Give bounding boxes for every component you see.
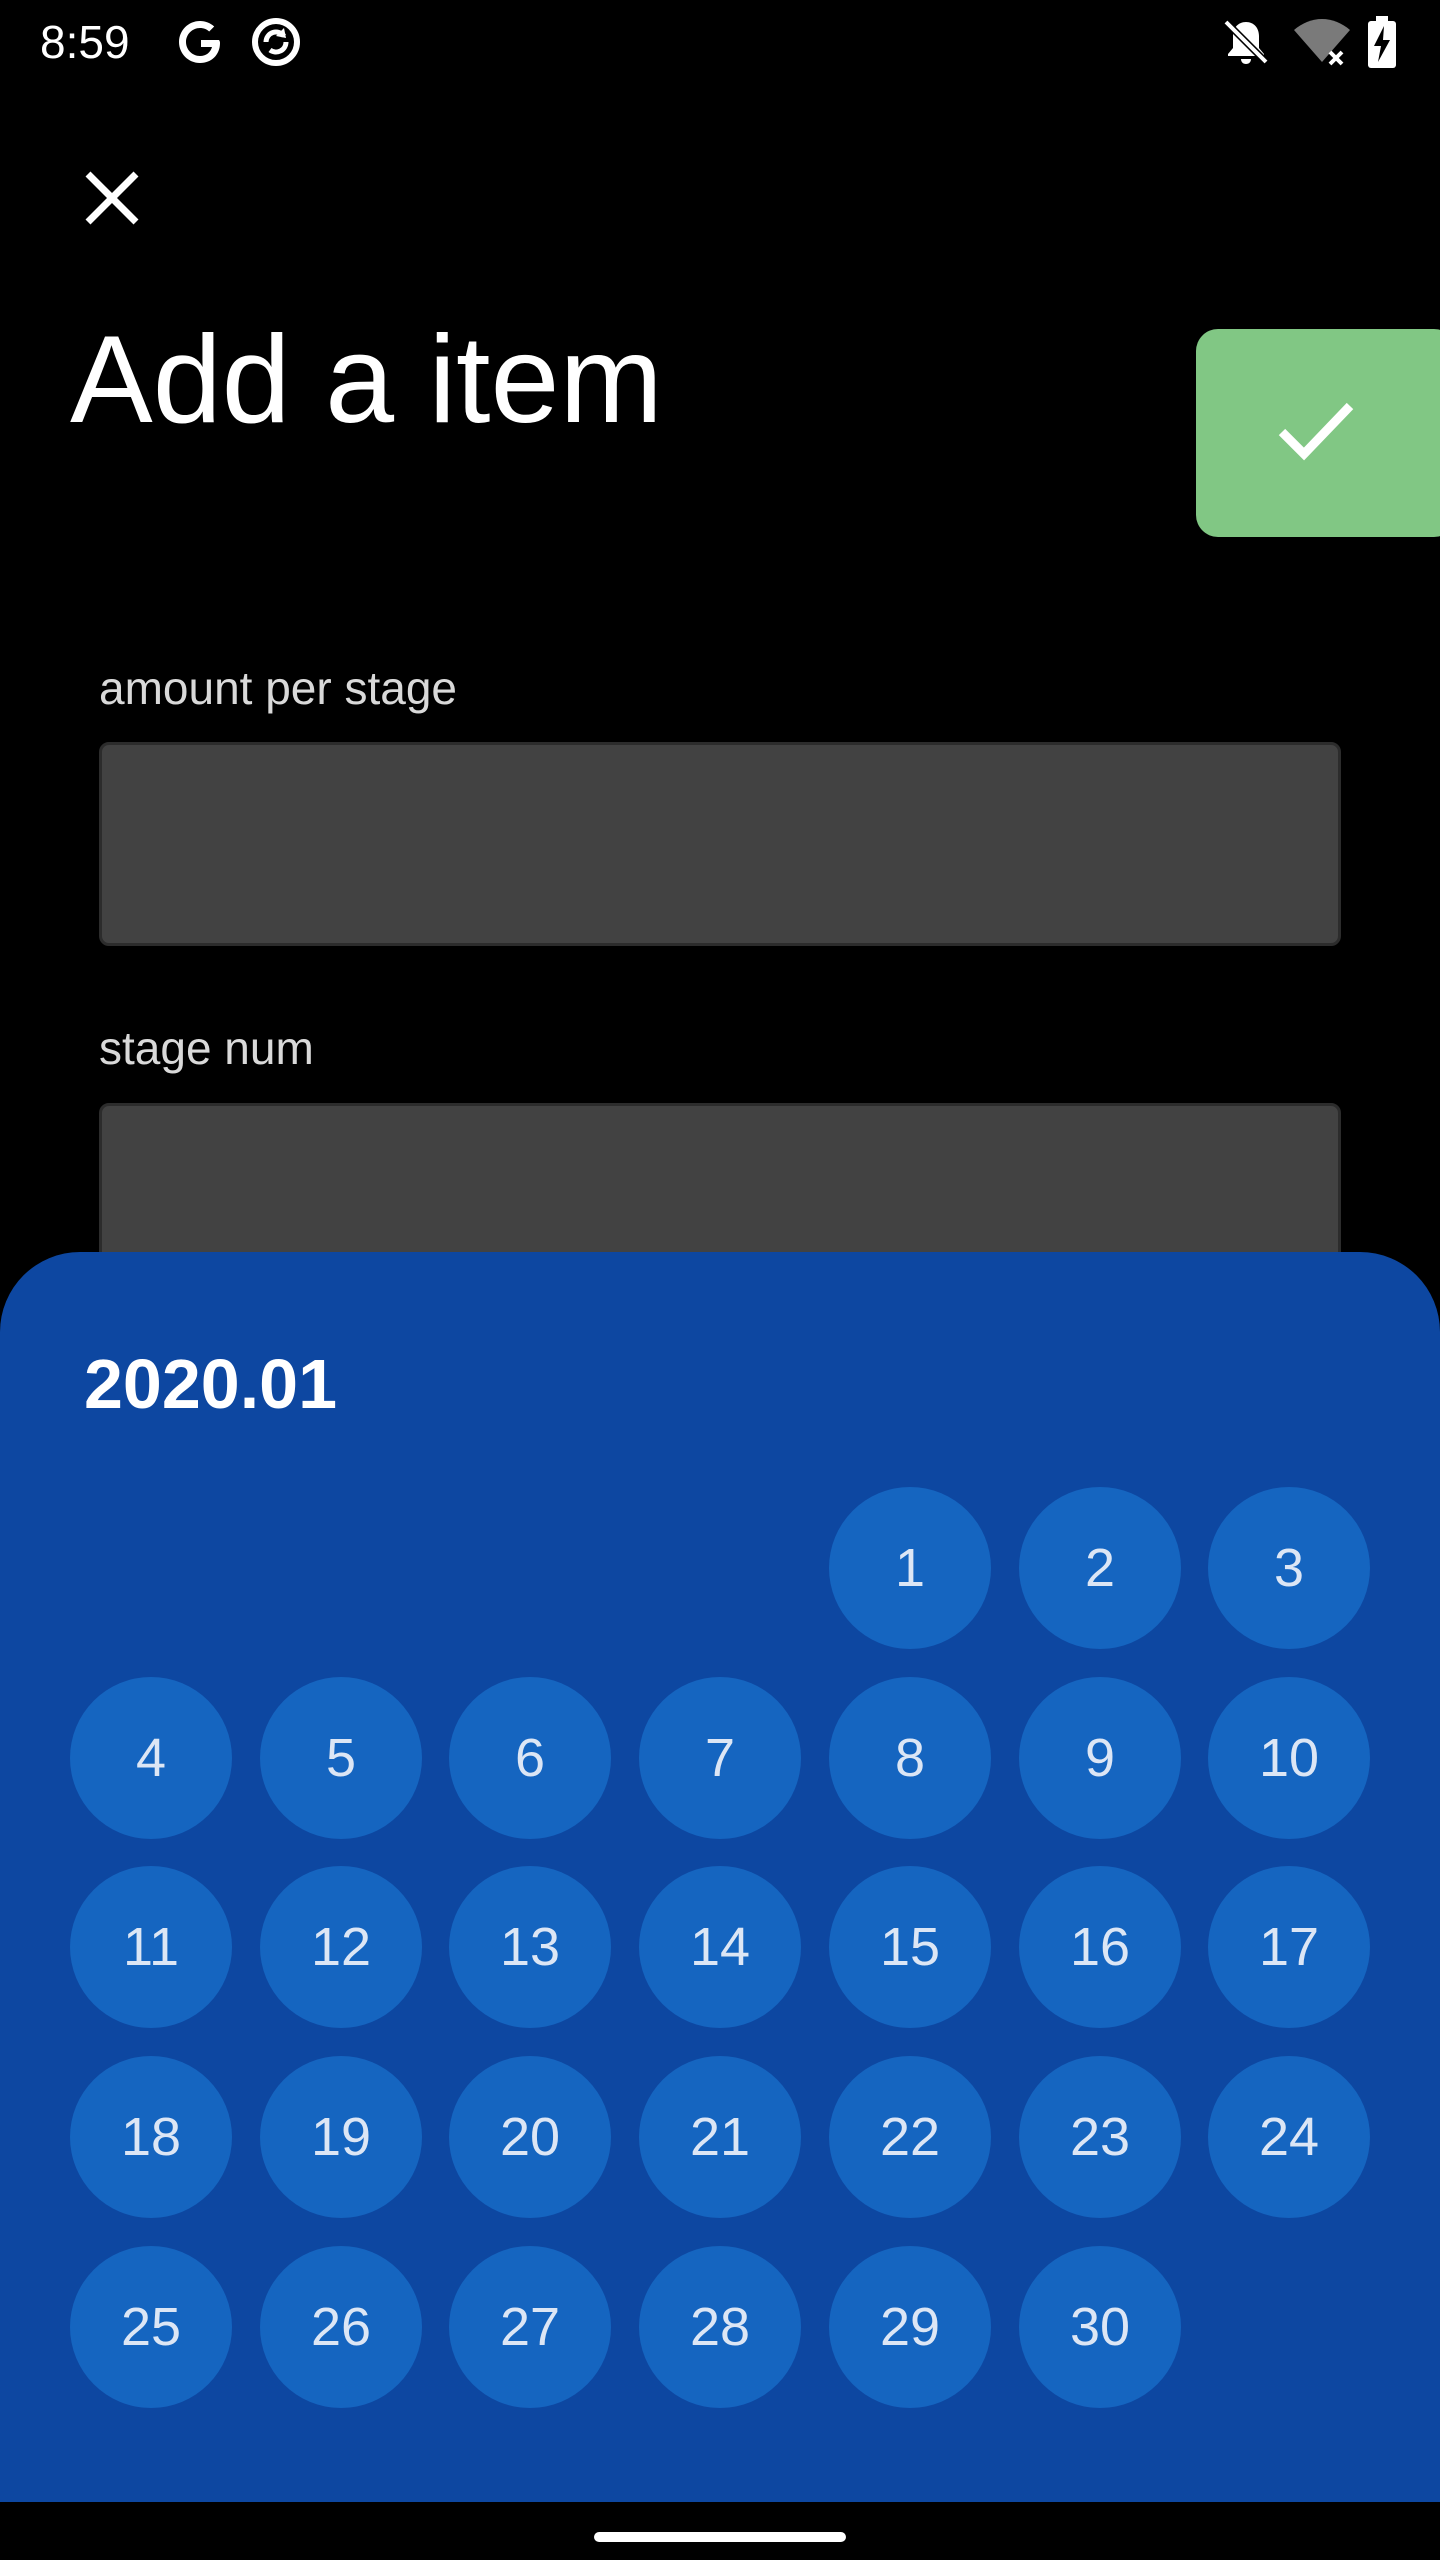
day-27[interactable]: 27 (449, 2246, 611, 2408)
day-14[interactable]: 14 (639, 1866, 801, 2028)
day-8[interactable]: 8 (829, 1677, 991, 1839)
battery-charging-icon (1366, 14, 1398, 75)
home-handle[interactable] (594, 2532, 846, 2542)
day-1[interactable]: 1 (829, 1487, 991, 1649)
sync-circle-icon (248, 14, 304, 75)
day-29[interactable]: 29 (829, 2246, 991, 2408)
day-9[interactable]: 9 (1019, 1677, 1181, 1839)
page-title: Add a item (70, 311, 663, 449)
day-19[interactable]: 19 (260, 2056, 422, 2218)
day-12[interactable]: 12 (260, 1866, 422, 2028)
day-10[interactable]: 10 (1208, 1677, 1370, 1839)
day-22[interactable]: 22 (829, 2056, 991, 2218)
day-16[interactable]: 16 (1019, 1866, 1181, 2028)
status-bar: 8:59 (0, 0, 1440, 84)
check-icon (1276, 398, 1356, 469)
day-4[interactable]: 4 (70, 1677, 232, 1839)
day-17[interactable]: 17 (1208, 1866, 1370, 2028)
close-icon (82, 168, 142, 233)
status-time: 8:59 (40, 16, 130, 68)
day-3[interactable]: 3 (1208, 1487, 1370, 1649)
day-30[interactable]: 30 (1019, 2246, 1181, 2408)
day-7[interactable]: 7 (639, 1677, 801, 1839)
notifications-off-icon (1218, 14, 1274, 75)
day-24[interactable]: 24 (1208, 2056, 1370, 2218)
day-13[interactable]: 13 (449, 1866, 611, 2028)
stage-num-label: stage num (99, 1022, 314, 1074)
day-grid: 1 2 3 4 5 6 7 8 9 10 11 12 13 14 15 16 17 18 19 20 21 22 23 24 2… (0, 1252, 1440, 2502)
wifi-off-icon (1292, 14, 1352, 75)
amount-per-stage-label: amount per stage (99, 662, 458, 714)
day-26[interactable]: 26 (260, 2246, 422, 2408)
day-20[interactable]: 20 (449, 2056, 611, 2218)
confirm-button[interactable] (1196, 329, 1440, 537)
day-11[interactable]: 11 (70, 1866, 232, 2028)
day-28[interactable]: 28 (639, 2246, 801, 2408)
day-21[interactable]: 21 (639, 2056, 801, 2218)
day-25[interactable]: 25 (70, 2246, 232, 2408)
day-23[interactable]: 23 (1019, 2056, 1181, 2218)
day-6[interactable]: 6 (449, 1677, 611, 1839)
day-15[interactable]: 15 (829, 1866, 991, 2028)
close-button[interactable] (72, 160, 152, 240)
date-picker-sheet: 2020.01 1 2 3 4 5 6 7 8 9 10 11 12 13 14 15 16 17 18 19 20 2… (0, 1252, 1440, 2502)
navigation-bar (0, 2502, 1440, 2560)
day-2[interactable]: 2 (1019, 1487, 1181, 1649)
day-5[interactable]: 5 (260, 1677, 422, 1839)
amount-per-stage-input[interactable] (99, 742, 1341, 946)
google-g-icon (172, 14, 228, 75)
day-18[interactable]: 18 (70, 2056, 232, 2218)
